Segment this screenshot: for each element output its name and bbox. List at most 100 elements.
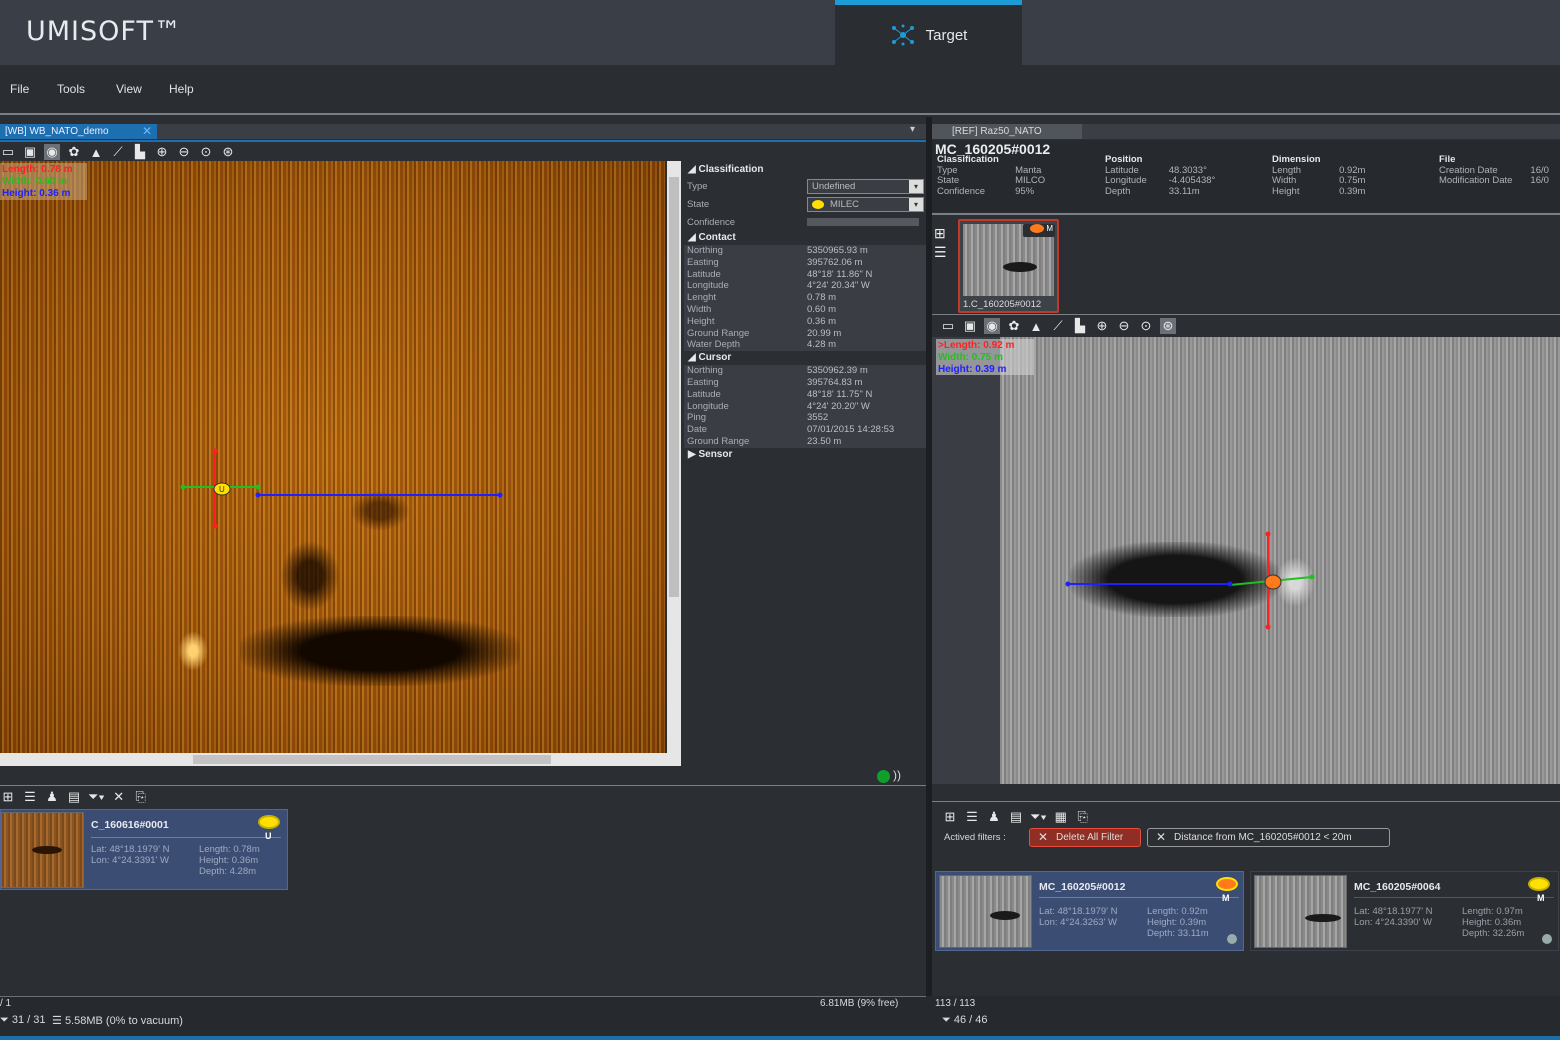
zoom-reset-icon[interactable]: ⊛ xyxy=(1160,318,1176,334)
vertical-scrollbar[interactable] xyxy=(667,161,681,766)
view-switch: ⊞ ☰ xyxy=(934,224,947,262)
ruler-icon[interactable]: ▙ xyxy=(132,144,148,160)
contact-thumbnail xyxy=(1,812,84,888)
divider xyxy=(1039,897,1239,898)
confidence-label: Confidence xyxy=(687,216,736,228)
type-select[interactable]: Undefined ▾ xyxy=(807,178,924,194)
user-icon[interactable]: ♟ xyxy=(44,789,60,805)
cursor-key: Longitude xyxy=(687,400,729,412)
export-icon[interactable]: ⎘ xyxy=(133,789,149,805)
connection-status-icon xyxy=(877,770,890,783)
horizontal-scrollbar[interactable] xyxy=(0,753,667,766)
contact-key: Ground Range xyxy=(687,327,750,339)
menu-file[interactable]: File xyxy=(10,82,29,96)
left-free-space: 6.81MB (9% free) xyxy=(820,998,899,1009)
contact-value: 5350965.93 m xyxy=(807,245,868,256)
confidence-slider[interactable] xyxy=(807,218,919,226)
app-logo: UMISOFT™ xyxy=(26,16,182,47)
delete-all-filter-button[interactable]: ✕ Delete All Filter xyxy=(1029,828,1141,847)
menu-tools[interactable]: Tools xyxy=(57,82,85,96)
section-sensor[interactable]: ▶ Sensor xyxy=(684,448,926,462)
cursor-row: Longitude 4°24' 20.20" W xyxy=(684,400,926,413)
table-icon[interactable]: ▦ xyxy=(1053,809,1069,825)
histogram-icon[interactable]: ▲ xyxy=(1028,319,1044,334)
graph-icon[interactable]: ⟋ xyxy=(1050,318,1066,334)
card-icon[interactable]: ▤ xyxy=(1008,809,1024,825)
zoom-fit-icon[interactable]: ⊙ xyxy=(198,144,214,160)
cursor-row: Ground Range 23.50 m xyxy=(684,435,926,448)
cursor-key: Date xyxy=(687,424,708,436)
ref-classification: Classification Type State Confidence Manta… xyxy=(937,154,1046,197)
save-icon[interactable]: ▭ xyxy=(940,318,956,334)
cursor-table: Northing 5350962.39 m Easting 395764.83 m La… xyxy=(684,365,926,448)
contact-key: Latitude xyxy=(687,268,721,280)
grid-view-icon[interactable]: ⊞ xyxy=(0,789,16,805)
close-icon[interactable]: ✕ xyxy=(142,124,152,139)
export-icon[interactable]: ⎘ xyxy=(1075,809,1091,825)
histogram-icon[interactable]: ▲ xyxy=(88,145,104,160)
contact-row: Water Depth 4.28 m xyxy=(684,339,926,352)
zoom-out-icon[interactable]: ⊖ xyxy=(1116,318,1132,334)
contact-key: Height xyxy=(687,315,715,327)
bottom-accent-bar xyxy=(0,1036,1560,1040)
list-item[interactable]: MC_160205#0064 Lat: 48°18.1977' N Lon: 4°… xyxy=(1250,871,1559,951)
cursor-row: Northing 5350962.39 m xyxy=(684,365,926,377)
save-as-icon[interactable]: ▣ xyxy=(22,144,38,160)
tab-target[interactable]: Target xyxy=(835,0,1022,65)
user-icon[interactable]: ♟ xyxy=(986,809,1002,825)
clear-filter-icon[interactable]: ✕ xyxy=(111,789,127,805)
left-db-size: ☰ 5.58MB (0% to vacuum) xyxy=(52,1015,183,1027)
grid-view-icon[interactable]: ⊞ xyxy=(942,809,958,825)
card-icon[interactable]: ▤ xyxy=(66,789,82,805)
state-select[interactable]: MILEC ▾ xyxy=(807,196,924,212)
contact-dimensions: Length: 0.92m Height: 0.39m Depth: 33.11m xyxy=(1147,906,1209,939)
menu-view[interactable]: View xyxy=(116,82,142,96)
info-icon[interactable] xyxy=(1227,934,1237,944)
grid-view-icon[interactable]: ⊞ xyxy=(934,224,947,243)
save-as-icon[interactable]: ▣ xyxy=(962,318,978,334)
measure-overlay[interactable] xyxy=(1000,337,1560,784)
filter-icon[interactable]: ⏷▾ xyxy=(88,789,105,805)
ruler-icon[interactable]: ▙ xyxy=(1072,318,1088,334)
svg-text:U: U xyxy=(219,485,225,494)
filter-icon[interactable]: ⏷▾ xyxy=(1030,809,1047,825)
tab-wb-nato-demo[interactable]: [WB] WB_NATO_demo xyxy=(0,124,157,139)
section-classification[interactable]: ◢ Classification xyxy=(684,163,926,177)
contact-position: Lat: 48°18.1979' N Lon: 4°24.3263' W xyxy=(1039,906,1118,928)
tab-raz50-nato[interactable]: [REF] Raz50_NATO xyxy=(932,124,1082,139)
measure-height: Height: 0.39 m xyxy=(938,364,1007,375)
eye-icon[interactable]: ◉ xyxy=(44,144,60,160)
contact-value: 48°18' 11.86" N xyxy=(807,268,873,280)
zoom-fit-icon[interactable]: ⊙ xyxy=(1138,318,1154,334)
list-view-icon[interactable]: ☰ xyxy=(964,809,980,825)
section-contact[interactable]: ◢ Contact xyxy=(684,231,926,245)
contact-value: 4.28 m xyxy=(807,339,837,351)
image-gutter xyxy=(932,337,1000,784)
graph-icon[interactable]: ⟋ xyxy=(110,144,126,160)
sonar-image-right[interactable] xyxy=(1000,337,1560,784)
list-item[interactable]: MC_160205#0012 Lat: 48°18.1979' N Lon: 4°… xyxy=(935,871,1244,951)
palette-icon[interactable]: ✿ xyxy=(1006,318,1022,334)
info-icon[interactable] xyxy=(1542,934,1552,944)
ref-position: Position Latitude Longitude Depth 48.3033°… xyxy=(1105,154,1216,197)
zoom-in-icon[interactable]: ⊕ xyxy=(1094,318,1110,334)
zoom-out-icon[interactable]: ⊖ xyxy=(176,144,192,160)
cursor-row: Ping 3552 xyxy=(684,412,926,425)
section-cursor[interactable]: ◢ Cursor xyxy=(684,351,926,365)
signal-icon: )) xyxy=(893,768,901,782)
eye-icon[interactable]: ◉ xyxy=(984,318,1000,334)
distance-filter-chip[interactable]: ✕ Distance from MC_160205#0012 < 20m xyxy=(1147,828,1390,847)
contact-position: Lat: 48°18.1979' N Lon: 4°24.3391' W xyxy=(91,844,170,866)
menu-help[interactable]: Help xyxy=(169,82,194,96)
tab-dropdown-icon[interactable]: ▾ xyxy=(910,124,915,135)
palette-icon[interactable]: ✿ xyxy=(66,144,82,160)
list-view-icon[interactable]: ☰ xyxy=(934,243,947,262)
zoom-in-icon[interactable]: ⊕ xyxy=(154,144,170,160)
measure-overlay[interactable]: U xyxy=(0,161,665,753)
ref-thumbnail-card[interactable]: M 1.C_160205#0012 xyxy=(958,219,1059,313)
zoom-reset-icon[interactable]: ⊛ xyxy=(220,144,236,160)
save-icon[interactable]: ▭ xyxy=(0,144,16,160)
list-item[interactable]: C_160616#0001 Lat: 48°18.1979' N Lon: 4°2… xyxy=(0,809,288,890)
sonar-image-left[interactable]: U xyxy=(0,161,665,753)
list-view-icon[interactable]: ☰ xyxy=(22,789,38,805)
